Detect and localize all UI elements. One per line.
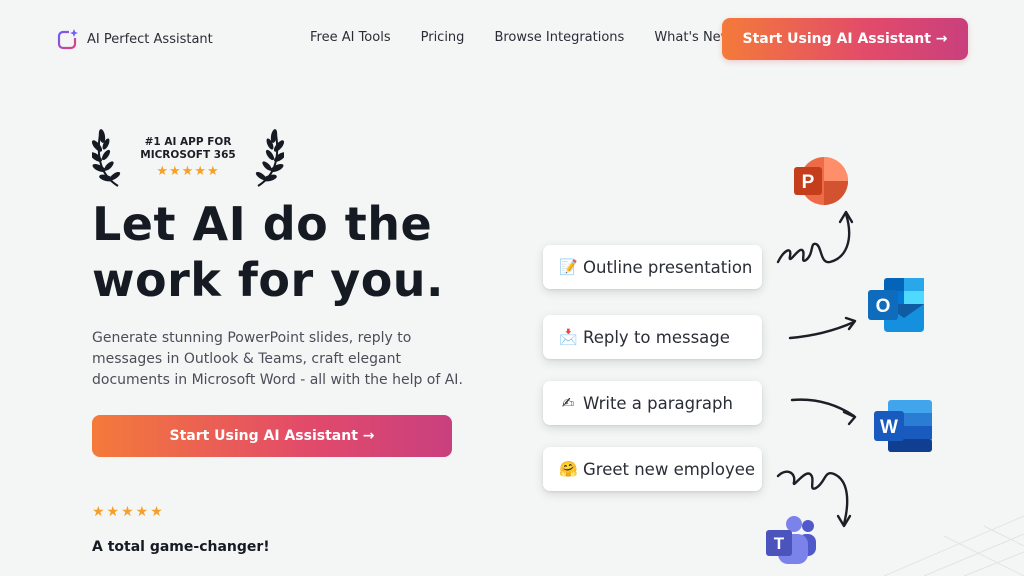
award-badge: #1 AI APP FOR MICROSOFT 365 ★★★★★ (92, 124, 284, 188)
badge-text: #1 AI APP FOR MICROSOFT 365 (130, 136, 246, 162)
nav-free-ai-tools[interactable]: Free AI Tools (310, 30, 391, 45)
laurel-right-icon (255, 129, 284, 187)
prompt-card-greet-new-employee[interactable]: 🤗 Greet new employee (543, 447, 762, 491)
prompt-card-reply-to-message[interactable]: 📩 Reply to message (543, 315, 762, 359)
brand-logo[interactable]: AI Perfect Assistant (57, 28, 213, 50)
main-nav: Free AI Tools Pricing Browse Integration… (310, 25, 740, 45)
nav-whats-new-label: What's New (654, 30, 732, 45)
hugging-face-icon: 🤗 (559, 460, 578, 478)
header-start-button[interactable]: Start Using AI Assistant → (722, 18, 968, 60)
logo-icon (57, 28, 79, 50)
prompt-label: Write a paragraph (583, 393, 733, 413)
badge-line-1: #1 AI APP FOR (144, 136, 232, 148)
laurel-left-icon (92, 129, 121, 187)
powerpoint-icon: P (794, 157, 848, 205)
nav-pricing[interactable]: Pricing (421, 30, 465, 45)
hero-title-line-1: Let AI do the (92, 197, 433, 251)
site-header: AI Perfect Assistant Free AI Tools Prici… (0, 0, 1024, 76)
badge-line-2: MICROSOFT 365 (140, 149, 236, 161)
prompt-card-outline-presentation[interactable]: 📝 Outline presentation (543, 245, 762, 289)
hero-title: Let AI do the work for you. (92, 196, 512, 308)
review-title: A total game-changer! (92, 539, 270, 555)
flow-arrows (776, 210, 857, 528)
svg-text:W: W (880, 417, 898, 438)
envelope-icon: 📩 (559, 328, 578, 346)
outlook-icon: O (868, 278, 924, 332)
hero-subtitle: Generate stunning PowerPoint slides, rep… (92, 330, 463, 388)
review-stars: ★★★★★ (92, 504, 165, 520)
brand-name: AI Perfect Assistant (87, 31, 213, 47)
prompt-label: Reply to message (583, 327, 730, 347)
prompt-card-write-a-paragraph[interactable]: ✍ Write a paragraph (543, 381, 762, 425)
badge-stars: ★★★★★ (156, 164, 220, 179)
svg-text:T: T (774, 534, 785, 553)
writing-hand-icon: ✍ (561, 394, 575, 412)
memo-icon: 📝 (559, 258, 578, 276)
nav-whats-new[interactable]: What's New (654, 25, 740, 45)
prompt-label: Greet new employee (583, 459, 756, 479)
hero-title-line-2: work for you. (92, 253, 445, 307)
decorative-grid (884, 515, 1024, 576)
word-icon: W (874, 400, 932, 452)
svg-text:P: P (802, 172, 815, 193)
svg-text:O: O (876, 296, 891, 317)
hero-start-button[interactable]: Start Using AI Assistant → (92, 415, 452, 457)
nav-browse-integrations[interactable]: Browse Integrations (494, 30, 624, 45)
prompt-label: Outline presentation (583, 257, 753, 277)
teams-icon: T (766, 516, 816, 564)
